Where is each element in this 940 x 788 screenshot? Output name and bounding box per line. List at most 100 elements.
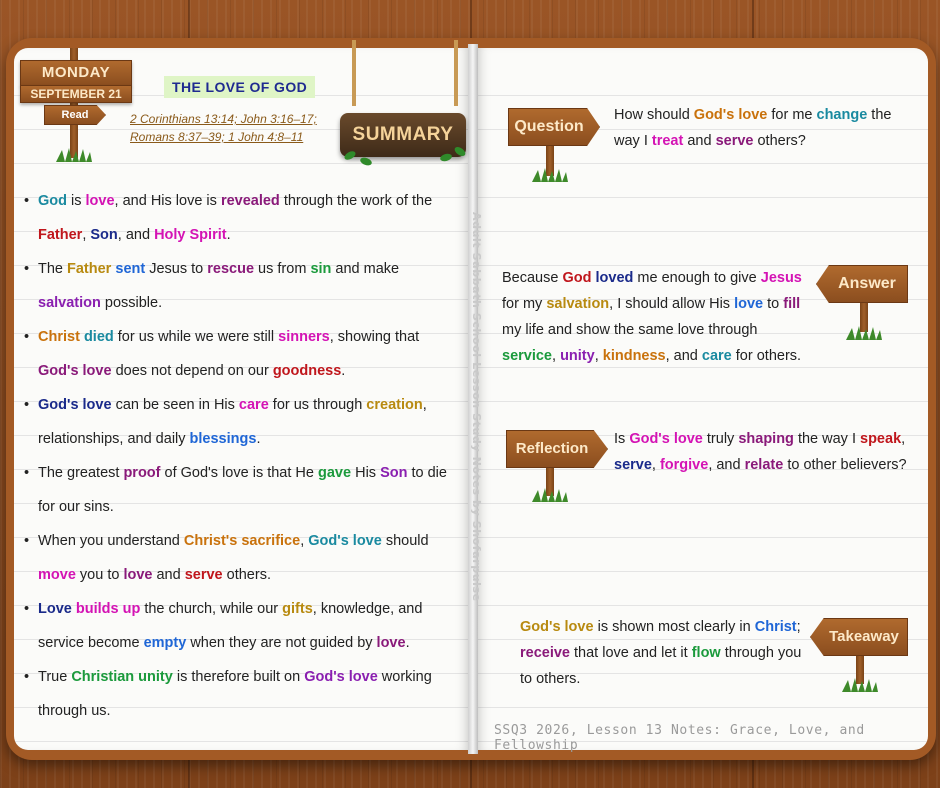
highlighted-word: Son <box>90 227 118 243</box>
text-segment: for my <box>502 296 547 312</box>
highlighted-word: move <box>38 567 76 583</box>
text-segment: of God's love is that He <box>160 465 318 481</box>
highlighted-word: gifts <box>282 601 313 617</box>
grass-icon <box>56 148 92 162</box>
highlighted-word: proof <box>123 465 161 481</box>
summary-bullet: God is love, and His love is revealed th… <box>24 184 454 252</box>
rope <box>352 40 356 106</box>
highlighted-word: empty <box>143 635 187 651</box>
text-segment: the way I <box>793 431 861 447</box>
text-segment: that love and let it <box>570 645 692 661</box>
highlighted-word: goodness <box>272 363 342 379</box>
grass-icon <box>532 488 568 502</box>
text-segment: my life and show the same love through <box>502 322 758 338</box>
highlighted-word: Son <box>380 465 408 481</box>
text-segment: is <box>67 193 86 209</box>
text-segment: for us while we were still <box>113 329 279 345</box>
highlighted-word: rescue <box>207 261 255 277</box>
grass-icon <box>842 678 878 692</box>
text-segment: can be seen in His <box>111 397 239 413</box>
highlighted-word: sin <box>310 261 332 277</box>
reflection-text: Is God's love truly shaping the way I sp… <box>614 426 910 478</box>
references-line[interactable]: 2 Corinthians 13:14; John 3:16–17; <box>130 110 360 128</box>
text-segment: . <box>226 227 231 243</box>
text-segment: , <box>552 348 561 364</box>
highlighted-word: Father <box>38 227 83 243</box>
highlighted-word: builds up <box>75 601 141 617</box>
text-segment: , and His love is <box>114 193 221 209</box>
topic-title: THE LOVE OF GOD <box>164 76 316 98</box>
highlighted-word: love <box>734 296 764 312</box>
text-segment: Is <box>614 431 630 447</box>
highlighted-word: sent <box>115 261 146 277</box>
text-segment: others. <box>222 567 271 583</box>
text-segment: ; <box>796 619 801 635</box>
summary-bullet: When you understand Christ's sacrifice, … <box>24 524 454 592</box>
highlighted-word: speak <box>860 431 902 447</box>
text-segment: me enough to give <box>633 270 761 286</box>
highlighted-word: salvation <box>546 296 610 312</box>
highlighted-word: change <box>816 107 868 123</box>
highlighted-word: God's love <box>629 431 703 447</box>
text-segment: for me <box>767 107 817 123</box>
highlighted-word: treat <box>651 133 684 149</box>
highlighted-word: Christ's sacrifice <box>183 533 301 549</box>
highlighted-word: Christ <box>754 619 797 635</box>
text-segment: through the work of the <box>279 193 433 209</box>
text-segment: , I should allow His <box>609 296 735 312</box>
day-sign: MONDAY <box>20 60 132 86</box>
highlighted-word: receive <box>520 645 570 661</box>
text-segment: , and <box>665 348 702 364</box>
highlighted-word: serve <box>715 133 754 149</box>
highlighted-word: revealed <box>220 193 280 209</box>
highlighted-word: God's love <box>304 669 378 685</box>
grass-icon <box>532 168 568 182</box>
text-segment: When you understand <box>38 533 184 549</box>
summary-bullet: God's love can be seen in His care for u… <box>24 388 454 456</box>
summary-bullet: Christ died for us while we were still s… <box>24 320 454 388</box>
text-segment: you to <box>75 567 124 583</box>
text-segment: others? <box>753 133 806 149</box>
highlighted-word: serve <box>614 457 652 473</box>
text-segment: and <box>683 133 716 149</box>
highlighted-word: forgive <box>659 457 709 473</box>
summary-sign: SUMMARY <box>340 113 466 157</box>
highlighted-word: Holy Spirit <box>154 227 227 243</box>
highlighted-word: God's love <box>38 397 112 413</box>
text-segment: and <box>152 567 185 583</box>
reflection-sign: Reflection <box>506 430 608 468</box>
text-segment: is shown most clearly in <box>593 619 755 635</box>
highlighted-word: fill <box>783 296 801 312</box>
text-segment: and make <box>331 261 400 277</box>
highlighted-word: care <box>238 397 269 413</box>
takeaway-sign: Takeaway <box>810 618 908 656</box>
text-segment: should <box>381 533 429 549</box>
spine-label: Adult Sabbath School Lesson Study Notes … <box>470 212 483 602</box>
highlighted-word: care <box>701 348 732 364</box>
question-text: How should God's love for me change the … <box>614 102 914 154</box>
question-sign: Question <box>508 108 600 146</box>
text-segment: The greatest <box>38 465 124 481</box>
highlighted-word: service <box>502 348 552 364</box>
highlighted-word: Love <box>38 601 72 617</box>
highlighted-word: gave <box>318 465 352 481</box>
text-segment: when they are not guided by <box>186 635 377 651</box>
highlighted-word: flow <box>691 645 721 661</box>
answer-sign: Answer <box>816 265 908 303</box>
text-segment: How should <box>614 107 694 123</box>
text-segment: Because <box>502 270 563 286</box>
scripture-references[interactable]: 2 Corinthians 13:14; John 3:16–17; Roman… <box>130 110 360 146</box>
text-segment: for us through <box>268 397 367 413</box>
highlighted-word: Christian unity <box>71 669 173 685</box>
highlighted-word: love <box>123 567 153 583</box>
highlighted-word: died <box>83 329 114 345</box>
text-segment: , showing that <box>329 329 420 345</box>
text-segment: us from <box>254 261 311 277</box>
references-line[interactable]: Romans 8:37–39; 1 John 4:8–11 <box>130 128 360 146</box>
highlighted-word: sinners <box>278 329 330 345</box>
highlighted-word: loved <box>595 270 634 286</box>
text-segment: His <box>351 465 381 481</box>
text-segment: for others. <box>731 348 802 364</box>
highlighted-word: kindness <box>602 348 666 364</box>
highlighted-word: shaping <box>738 431 794 447</box>
